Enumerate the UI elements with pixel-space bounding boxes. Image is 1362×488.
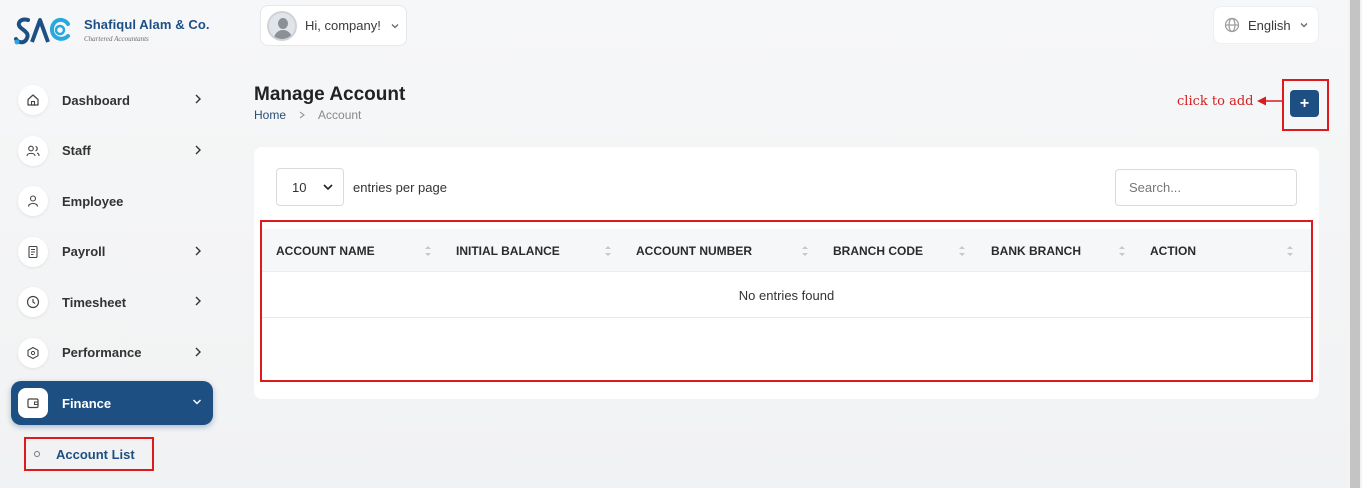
- user-menu-button[interactable]: Hi, company!: [260, 5, 407, 46]
- breadcrumb: Home Account: [254, 108, 361, 122]
- wallet-icon: [27, 398, 39, 409]
- chevron-right-icon: [299, 111, 305, 119]
- sidebar-item-label: Employee: [62, 193, 124, 209]
- sidebar-item-payroll[interactable]: Payroll: [11, 230, 213, 274]
- sidebar-item-employee[interactable]: Employee: [11, 179, 213, 223]
- chevron-right-icon: [195, 347, 201, 356]
- breadcrumb-home-link[interactable]: Home: [254, 108, 286, 122]
- globe-icon: [1224, 17, 1240, 33]
- add-account-button[interactable]: +: [1290, 90, 1319, 117]
- sidebar-item-timesheet[interactable]: Timesheet: [11, 280, 213, 324]
- page-title: Manage Account: [254, 84, 406, 105]
- receipt-icon: [28, 245, 38, 258]
- sidebar-subitem-account-list[interactable]: Account List: [24, 437, 154, 471]
- chevron-right-icon: [195, 145, 201, 154]
- home-icon: [27, 94, 39, 106]
- user-icon: [27, 195, 39, 207]
- hexagon-icon: [27, 346, 39, 359]
- chevron-right-icon: [195, 296, 201, 306]
- sac-logo-icon: [14, 17, 70, 45]
- brand-name: Shafiqul Alam & Co.: [84, 17, 210, 32]
- scrollbar-thumb[interactable]: [1350, 0, 1360, 488]
- entries-per-page-value: 10: [292, 179, 307, 195]
- sidebar-item-finance[interactable]: Finance: [11, 381, 213, 425]
- language-label: English: [1248, 17, 1291, 33]
- sidebar-item-performance[interactable]: Performance: [11, 331, 213, 375]
- sidebar-item-staff[interactable]: Staff: [11, 129, 213, 173]
- sidebar-item-label: Dashboard: [62, 92, 130, 108]
- user-greeting: Hi, company!: [305, 18, 381, 33]
- users-icon: [26, 145, 40, 156]
- sidebar-item-label: Timesheet: [62, 294, 127, 310]
- annotation-highlight-table: [260, 220, 1313, 382]
- brand-subtitle: Chartered Accountants: [84, 35, 149, 43]
- chevron-right-icon: [195, 246, 201, 255]
- sidebar-item-label: Performance: [62, 345, 142, 360]
- avatar: [267, 10, 297, 41]
- sidebar-item-label: Staff: [62, 143, 91, 158]
- entries-per-page-label: entries per page: [353, 180, 447, 195]
- chevron-down-icon: [193, 399, 201, 405]
- brand-logo[interactable]: Shafiqul Alam & Co. Chartered Accountant…: [14, 12, 210, 48]
- search-input[interactable]: [1115, 169, 1297, 206]
- chevron-down-icon: [1300, 23, 1308, 28]
- accounts-card: 10 entries per page ACCOUNT NAME INITIAL…: [254, 147, 1319, 399]
- page-scrollbar[interactable]: [1348, 0, 1362, 488]
- language-selector[interactable]: English: [1213, 6, 1319, 44]
- arrow-left-icon: [1257, 96, 1284, 106]
- clock-icon: [26, 295, 40, 309]
- entries-per-page-select[interactable]: 10: [276, 168, 344, 206]
- sidebar-nav: Dashboard Staff Employee Payroll Timeshe…: [11, 78, 213, 432]
- bullet-icon: [34, 451, 40, 457]
- sidebar-subitem-label: Account List: [56, 446, 135, 462]
- breadcrumb-current: Account: [318, 108, 362, 122]
- annotation-label: click to add: [1177, 94, 1254, 109]
- sidebar-item-label: Finance: [62, 395, 112, 411]
- chevron-down-icon: [391, 23, 399, 28]
- sidebar-item-label: Payroll: [62, 244, 106, 259]
- chevron-down-icon: [323, 184, 334, 191]
- chevron-right-icon: [195, 94, 201, 104]
- sidebar-item-dashboard[interactable]: Dashboard: [11, 78, 213, 122]
